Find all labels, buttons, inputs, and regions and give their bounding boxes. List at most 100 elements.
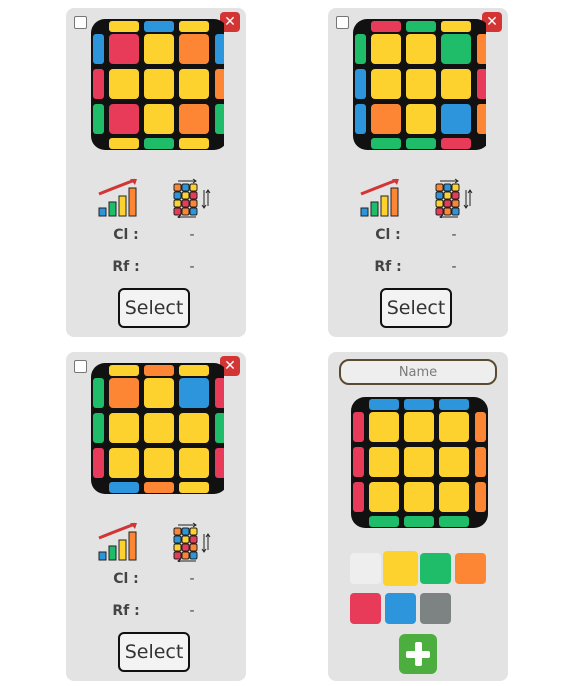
color-swatch[interactable] — [455, 553, 486, 584]
edge-sticker-top — [406, 21, 436, 32]
cube-preview — [91, 19, 224, 150]
face-sticker[interactable] — [439, 412, 469, 442]
color-swatch[interactable] — [383, 551, 418, 586]
edge-sticker-right — [215, 104, 224, 134]
face-sticker — [179, 378, 209, 408]
face-sticker — [371, 69, 401, 99]
face-sticker[interactable] — [369, 447, 399, 477]
face-sticker[interactable] — [439, 482, 469, 512]
edge-sticker-bottom — [179, 482, 209, 493]
edge-sticker-left — [93, 69, 104, 99]
rf-value: - — [189, 603, 195, 619]
mini-sticker — [181, 191, 190, 200]
face-sticker — [144, 69, 174, 99]
edge-sticker-bottom — [406, 138, 436, 149]
edge-sticker-bottom — [109, 138, 139, 149]
edge-sticker-right — [215, 413, 224, 443]
mini-sticker — [435, 199, 444, 208]
cl-label: Cl : — [375, 227, 401, 243]
edge-sticker-left — [353, 412, 364, 442]
edge-sticker-bottom — [369, 516, 399, 527]
edge-sticker-left — [93, 378, 104, 408]
solve-card: ✕ Cl : - Rf : - Select — [66, 352, 246, 681]
edge-sticker-left — [93, 104, 104, 134]
cl-label: Cl : — [113, 227, 139, 243]
face-sticker[interactable] — [439, 447, 469, 477]
mini-sticker — [173, 551, 182, 560]
face-sticker[interactable] — [404, 447, 434, 477]
face-sticker — [371, 104, 401, 134]
face-sticker[interactable] — [369, 412, 399, 442]
solve-card: ✕ Cl : - Rf : - Select — [328, 8, 508, 337]
mini-sticker — [181, 207, 190, 216]
face-sticker — [144, 34, 174, 64]
chart-bar — [380, 195, 389, 217]
mini-sticker — [189, 207, 198, 216]
edge-sticker-left — [93, 448, 104, 478]
mini-sticker — [189, 191, 198, 200]
edge-sticker-bottom — [404, 516, 434, 527]
mini-sticker — [443, 207, 452, 216]
face-sticker[interactable] — [404, 482, 434, 512]
cube-moves-icon — [173, 522, 211, 562]
face-sticker[interactable] — [369, 482, 399, 512]
select-checkbox[interactable] — [74, 16, 87, 29]
rf-label: Rf : — [112, 259, 140, 275]
color-swatch[interactable] — [350, 553, 381, 584]
edge-sticker-top — [404, 399, 434, 410]
select-button[interactable]: Select — [118, 632, 190, 672]
color-swatch[interactable] — [420, 593, 451, 624]
mini-sticker — [443, 191, 452, 200]
select-button[interactable]: Select — [380, 288, 452, 328]
mini-sticker — [443, 199, 452, 208]
edge-sticker-right — [475, 482, 486, 512]
edge-sticker-top — [179, 365, 209, 376]
color-swatch[interactable] — [350, 593, 381, 624]
face-sticker — [406, 34, 436, 64]
mini-sticker — [189, 535, 198, 544]
chart-bar — [360, 207, 369, 217]
select-checkbox[interactable] — [74, 360, 87, 373]
mini-sticker — [451, 191, 460, 200]
face-sticker — [406, 69, 436, 99]
mini-sticker — [181, 543, 190, 552]
solve-card: ✕ Cl : - Rf : - Select — [66, 8, 246, 337]
face-sticker — [179, 104, 209, 134]
edge-sticker-left — [355, 104, 366, 134]
move-arrow-side — [205, 189, 211, 206]
name-input[interactable] — [339, 359, 497, 385]
color-swatch[interactable] — [420, 553, 451, 584]
cube-editor[interactable] — [349, 396, 489, 536]
select-button[interactable]: Select — [118, 288, 190, 328]
face-sticker — [179, 413, 209, 443]
select-checkbox[interactable] — [336, 16, 349, 29]
face-sticker — [441, 69, 471, 99]
edge-sticker-bottom — [441, 138, 471, 149]
mini-sticker — [189, 527, 198, 536]
color-swatch[interactable] — [385, 593, 416, 624]
edge-sticker-top — [109, 21, 139, 32]
chart-bar — [370, 201, 379, 217]
mini-sticker — [189, 543, 198, 552]
face-sticker — [406, 104, 436, 134]
edge-sticker-right — [477, 69, 486, 99]
face-sticker[interactable] — [404, 412, 434, 442]
chart-bar — [128, 531, 137, 561]
face-sticker — [144, 378, 174, 408]
mini-sticker — [189, 199, 198, 208]
mini-sticker — [173, 207, 182, 216]
edge-sticker-top — [369, 399, 399, 410]
edge-sticker-right — [475, 447, 486, 477]
chart-bar — [118, 539, 127, 561]
mini-sticker — [173, 527, 182, 536]
move-arrow-top — [178, 178, 197, 184]
edge-sticker-left — [93, 34, 104, 64]
edge-sticker-right — [215, 378, 224, 408]
edge-sticker-top — [144, 21, 174, 32]
face-sticker — [179, 69, 209, 99]
add-button[interactable] — [399, 634, 437, 674]
mini-sticker — [435, 183, 444, 192]
face-sticker — [109, 104, 139, 134]
mini-sticker — [451, 199, 460, 208]
edge-sticker-bottom — [144, 138, 174, 149]
